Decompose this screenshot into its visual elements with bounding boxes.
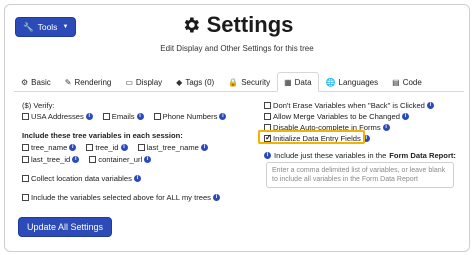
page-title-text: Settings <box>206 12 294 37</box>
variables-row-1: tree_name i tree_id i last_tree_name i <box>22 142 252 152</box>
left-column: ($) Verify: USA Addresses i Emails i Pho… <box>22 100 252 202</box>
verify-phone-numbers-checkbox[interactable] <box>153 112 161 120</box>
form-report-label-bold: Form Data Report: <box>389 150 456 160</box>
highlight-box <box>258 130 365 144</box>
code-icon: ▤ <box>392 78 400 87</box>
page-subtitle: Edit Display and Other Settings for this… <box>160 44 314 53</box>
verify-options: USA Addresses i Emails i Phone Numbers i <box>22 111 252 121</box>
brush-icon: ✎ <box>64 78 72 87</box>
info-icon[interactable]: i <box>133 174 141 182</box>
var-tree-id-checkbox[interactable] <box>86 143 94 151</box>
option-dont-erase-row: Don't Erase Variables when "Back" is Cli… <box>264 100 464 110</box>
form-report-label-prefix: Include just these variables in the <box>274 150 387 160</box>
var-last-tree-name-label: last_tree_name <box>146 142 199 152</box>
tab-code-label: Code <box>402 78 422 87</box>
var-container-url-checkbox[interactable] <box>89 155 97 163</box>
tag-icon: ⚙ <box>21 78 29 87</box>
info-icon[interactable]: i <box>401 112 409 120</box>
verify-usa-addresses-label: USA Addresses <box>31 111 84 121</box>
tab-data-label: Data <box>294 77 312 87</box>
page-title-wrap: Settings <box>0 12 474 40</box>
settings-tabs: ⚙ Basic ✎ Rendering ▭ Display ◆ Tags (0) 🔒 Se… <box>14 72 464 92</box>
info-icon[interactable]: i <box>426 101 434 109</box>
collect-location-checkbox[interactable] <box>22 174 29 182</box>
gear-icon <box>184 17 199 33</box>
info-icon[interactable]: i <box>212 193 220 201</box>
include-variables-heading: Include these tree variables in each ses… <box>22 130 183 140</box>
tab-security[interactable]: 🔒 Security <box>221 72 277 92</box>
info-icon[interactable]: i <box>219 112 227 120</box>
tab-code[interactable]: ▤ Code <box>385 72 429 92</box>
allow-merge-label: Allow Merge Variables to be Changed <box>273 111 400 121</box>
tab-rendering-label: Rendering <box>74 78 112 87</box>
tab-display-label: Display <box>135 78 163 87</box>
var-tree-name-checkbox[interactable] <box>22 143 29 151</box>
globe-icon: 🌐 <box>325 78 336 87</box>
verify-phone-numbers-label: Phone Numbers <box>162 111 218 121</box>
dont-erase-checkbox[interactable] <box>264 101 271 109</box>
info-icon[interactable]: i <box>69 143 77 151</box>
table-icon: ▦ <box>284 77 292 87</box>
var-container-url-label: container_url <box>98 154 143 164</box>
tag-icon: ◆ <box>176 78 183 87</box>
collect-location-row: Collect location data variables i <box>22 173 252 183</box>
var-last-tree-id-label: last_tree_id <box>31 154 71 164</box>
variables-row-2: last_tree_id i container_url i <box>22 154 252 164</box>
verify-heading: ($) Verify: <box>22 100 55 110</box>
tab-rendering[interactable]: ✎ Rendering <box>58 72 119 92</box>
tab-data[interactable]: ▦ Data <box>277 72 319 92</box>
update-all-settings-button[interactable]: Update All Settings <box>18 217 113 237</box>
verify-emails-checkbox[interactable] <box>102 112 110 120</box>
tab-tags[interactable]: ◆ Tags (0) <box>169 72 221 92</box>
verify-usa-addresses-checkbox[interactable] <box>22 112 29 120</box>
info-icon[interactable]: i <box>72 155 80 163</box>
tab-basic-label: Basic <box>31 78 51 87</box>
tab-languages-label: Languages <box>338 78 379 87</box>
tab-basic[interactable]: ⚙ Basic <box>14 72 58 92</box>
dont-erase-label: Don't Erase Variables when "Back" is Cli… <box>273 100 425 110</box>
info-icon[interactable]: i <box>144 155 152 163</box>
info-icon[interactable]: i <box>85 112 93 120</box>
info-icon[interactable]: i <box>382 123 390 131</box>
tab-security-label: Security <box>241 78 271 87</box>
tab-display[interactable]: ▭ Display <box>118 72 169 92</box>
var-tree-id-label: tree_id <box>95 142 119 152</box>
form-report-variables-textarea[interactable]: Enter a comma delimited list of variable… <box>266 162 454 188</box>
option-allow-merge-row: Allow Merge Variables to be Changed i <box>264 111 464 121</box>
info-icon[interactable]: i <box>264 151 271 159</box>
lock-icon: 🔒 <box>228 78 239 87</box>
tab-languages[interactable]: 🌐 Languages <box>319 72 386 92</box>
form-report-label-row: i Include just these variables in the Fo… <box>264 150 464 160</box>
var-last-tree-name-checkbox[interactable] <box>137 143 145 151</box>
verify-emails-label: Emails <box>111 111 135 121</box>
var-last-tree-id-checkbox[interactable] <box>22 155 29 163</box>
tab-tags-label: Tags (0) <box>185 78 215 87</box>
info-icon[interactable]: i <box>200 143 208 151</box>
info-icon[interactable]: i <box>136 112 144 120</box>
collect-location-label: Collect location data variables <box>31 173 132 183</box>
info-icon[interactable]: i <box>120 143 128 151</box>
allow-merge-checkbox[interactable] <box>264 112 271 120</box>
var-tree-name-label: tree_name <box>31 142 68 152</box>
include-all-trees-label: Include the variables selected above for… <box>31 192 211 202</box>
include-all-trees-checkbox[interactable] <box>22 193 29 201</box>
page-title: Settings <box>181 12 294 38</box>
include-all-trees-row: Include the variables selected above for… <box>22 192 252 202</box>
monitor-icon: ▭ <box>125 78 133 87</box>
